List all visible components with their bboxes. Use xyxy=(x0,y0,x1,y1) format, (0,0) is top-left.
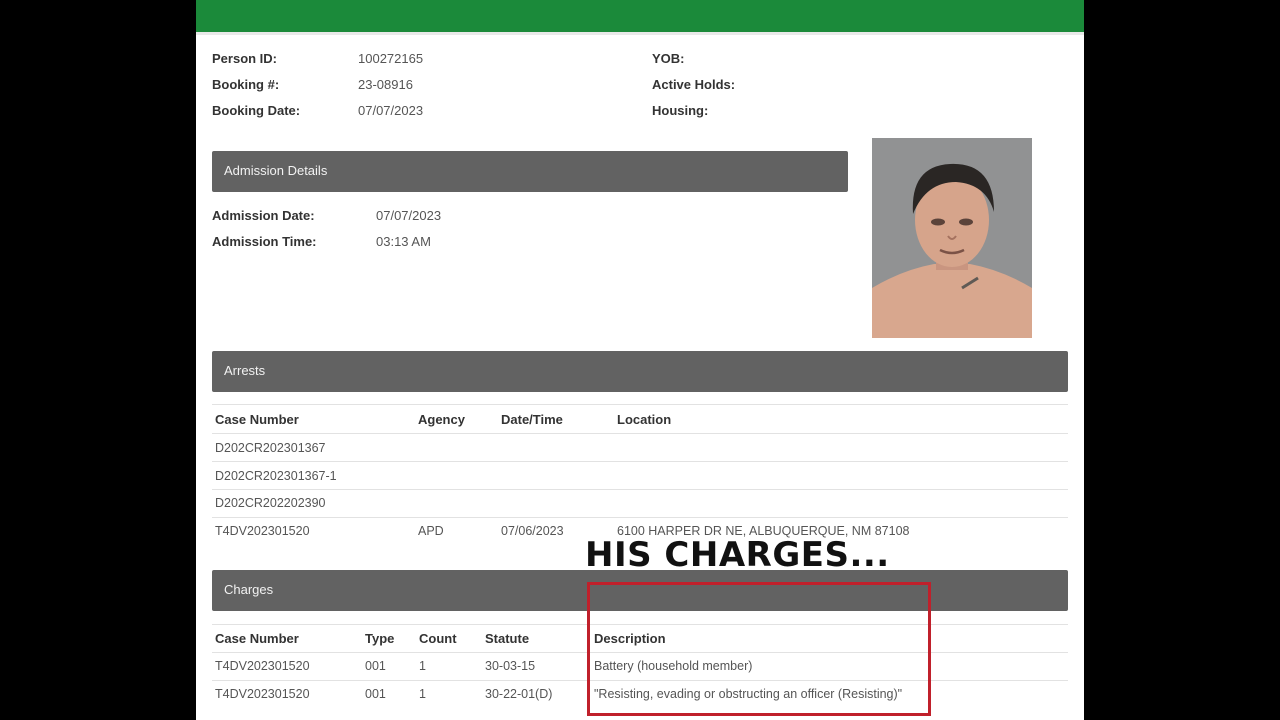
table-divider xyxy=(212,461,1068,462)
arrests-col-agency: Agency xyxy=(418,412,465,427)
table-divider xyxy=(212,517,1068,518)
booking-number-label: Booking #: xyxy=(212,77,280,92)
admission-date-value: 07/07/2023 xyxy=(376,208,442,223)
charge-case-number: T4DV202301520 xyxy=(215,659,310,673)
booking-date-label: Booking Date: xyxy=(212,103,301,118)
arrests-col-datetime: Date/Time xyxy=(501,412,563,427)
arrest-case-number: D202CR202301367-1 xyxy=(215,469,337,483)
charges-col-type: Type xyxy=(365,631,395,646)
arrest-datetime: 07/06/2023 xyxy=(501,524,564,538)
admission-date-label: Admission Date: xyxy=(212,208,315,223)
table-divider xyxy=(212,489,1068,490)
header-bar xyxy=(196,0,1084,32)
arrest-case-number: D202CR202301367 xyxy=(215,441,326,455)
arrest-case-number: T4DV202301520 xyxy=(215,524,310,538)
overlay-caption: HIS CHARGES... xyxy=(585,535,890,575)
table-divider xyxy=(212,404,1068,405)
charge-case-number: T4DV202301520 xyxy=(215,687,310,701)
header-divider xyxy=(196,32,1084,35)
arrest-agency: APD xyxy=(418,524,444,538)
admission-time-value: 03:13 AM xyxy=(376,234,431,249)
housing-label: Housing: xyxy=(652,103,709,118)
person-id-value: 100272165 xyxy=(358,51,424,66)
charge-type: 001 xyxy=(365,687,386,701)
charges-col-statute: Statute xyxy=(485,631,530,646)
highlight-box xyxy=(587,582,931,716)
charge-type: 001 xyxy=(365,659,386,673)
charges-col-case-number: Case Number xyxy=(215,631,299,646)
charge-statute: 30-03-15 xyxy=(485,659,536,673)
charge-count: 1 xyxy=(419,687,426,701)
table-divider xyxy=(212,433,1068,434)
arrests-col-location: Location xyxy=(617,412,672,427)
person-id-label: Person ID: xyxy=(212,51,278,66)
booking-date-value: 07/07/2023 xyxy=(358,103,424,118)
arrests-col-case-number: Case Number xyxy=(215,412,299,427)
admission-time-label: Admission Time: xyxy=(212,234,317,249)
booking-photo-image xyxy=(872,138,1032,338)
active-holds-label: Active Holds: xyxy=(652,77,736,92)
arrests-header: Arrests xyxy=(212,351,1068,392)
booking-number-value: 23-08916 xyxy=(358,77,413,92)
admission-details-header: Admission Details xyxy=(212,151,848,192)
yob-label: YOB: xyxy=(652,51,685,66)
booking-photo xyxy=(872,138,1032,338)
charge-statute: 30-22-01(D) xyxy=(485,687,553,701)
arrest-case-number: D202CR202202390 xyxy=(215,496,326,510)
charges-col-count: Count xyxy=(419,631,457,646)
charge-count: 1 xyxy=(419,659,426,673)
